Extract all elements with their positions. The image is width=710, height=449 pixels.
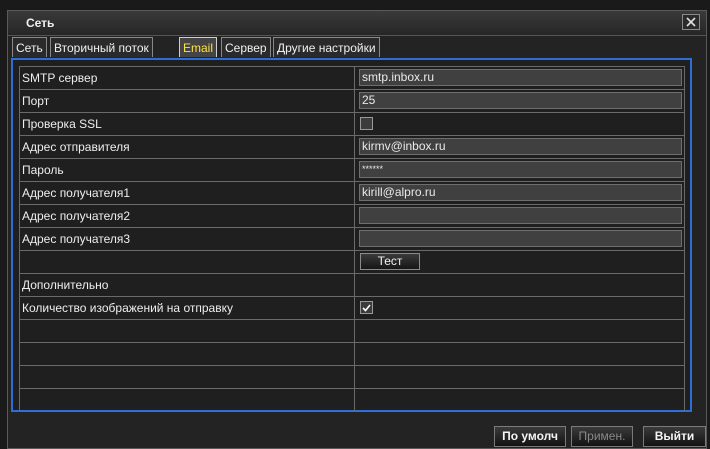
advanced-label: Дополнительно <box>19 274 355 296</box>
window-title: Сеть <box>26 16 55 30</box>
empty-cell <box>19 343 355 365</box>
default-button[interactable]: По умолч <box>494 426 566 447</box>
empty-cell <box>19 320 355 342</box>
images-count-label: Количество изображений на отправку <box>19 297 355 319</box>
table-row <box>19 320 685 343</box>
table-row: Адрес получателя2 <box>19 205 685 228</box>
table-row <box>19 343 685 366</box>
empty-cell <box>19 389 355 411</box>
ssl-checkbox[interactable] <box>360 117 373 130</box>
empty-cell <box>355 343 685 365</box>
empty-cell <box>355 320 685 342</box>
password-input[interactable]: ****** <box>359 161 682 178</box>
table-row: Адрес отправителя kirmv@inbox.ru <box>19 136 685 159</box>
empty-cell <box>19 366 355 388</box>
table-row: Адрес получателя3 <box>19 228 685 251</box>
smtp-server-input[interactable]: smtp.inbox.ru <box>359 69 682 86</box>
tab-network[interactable]: Сеть <box>12 37 47 57</box>
images-count-checkbox[interactable] <box>360 301 373 314</box>
recipient2-label: Адрес получателя2 <box>19 205 355 227</box>
table-row: Порт 25 <box>19 90 685 113</box>
test-button[interactable]: Тест <box>360 253 420 270</box>
sender-address-input[interactable]: kirmv@inbox.ru <box>359 138 682 155</box>
table-row: Тест <box>19 251 685 274</box>
ssl-check-label: Проверка SSL <box>19 113 355 135</box>
email-settings-panel: SMTP сервер smtp.inbox.ru Порт 25 Провер… <box>11 58 692 412</box>
recipient2-input[interactable] <box>359 207 682 224</box>
password-label: Пароль <box>19 159 355 181</box>
tab-secondary-stream[interactable]: Вторичный поток <box>50 37 153 57</box>
recipient1-input[interactable]: kirill@alpro.ru <box>359 184 682 201</box>
empty-cell <box>355 389 685 411</box>
recipient1-label: Адрес получателя1 <box>19 182 355 204</box>
empty-cell <box>355 366 685 388</box>
table-row: Проверка SSL <box>19 113 685 136</box>
checkmark-icon <box>362 304 371 312</box>
apply-button[interactable]: Примен. <box>571 426 633 447</box>
tab-other-settings[interactable]: Другие настройки <box>273 37 380 57</box>
recipient3-label: Адрес получателя3 <box>19 228 355 250</box>
table-row: SMTP сервер smtp.inbox.ru <box>19 66 685 90</box>
close-button[interactable] <box>682 14 700 30</box>
port-input[interactable]: 25 <box>359 92 682 109</box>
table-row: Адрес получателя1 kirill@alpro.ru <box>19 182 685 205</box>
port-label: Порт <box>19 90 355 112</box>
table-row <box>19 389 685 412</box>
tab-server[interactable]: Сервер <box>221 37 271 57</box>
table-row: Пароль ****** <box>19 159 685 182</box>
settings-table: SMTP сервер smtp.inbox.ru Порт 25 Провер… <box>19 66 685 412</box>
smtp-server-label: SMTP сервер <box>19 67 355 89</box>
recipient3-input[interactable] <box>359 230 682 247</box>
empty-cell <box>19 251 355 273</box>
title-bar: Сеть <box>8 11 706 36</box>
table-row <box>19 366 685 389</box>
exit-button[interactable]: Выйти <box>643 426 706 447</box>
close-icon <box>686 17 696 27</box>
table-row: Дополнительно <box>19 274 685 297</box>
table-row: Количество изображений на отправку <box>19 297 685 320</box>
sender-address-label: Адрес отправителя <box>19 136 355 158</box>
empty-cell <box>355 274 685 296</box>
tab-email[interactable]: Email <box>179 37 218 57</box>
